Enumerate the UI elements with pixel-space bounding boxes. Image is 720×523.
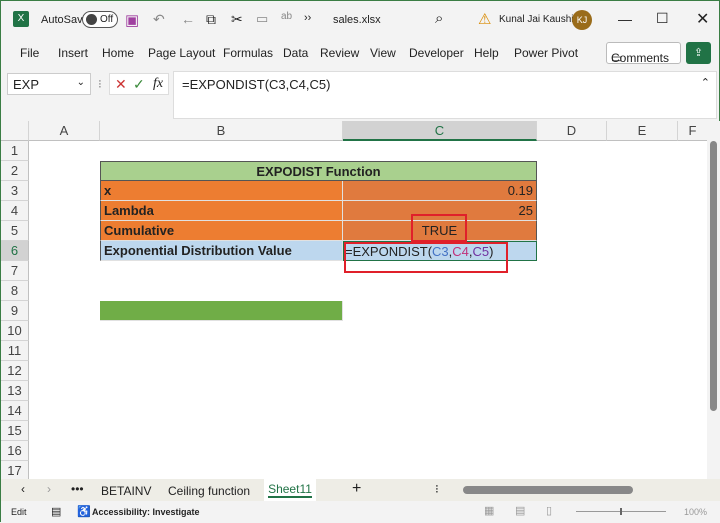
row-header[interactable]: 14 <box>1 401 29 421</box>
row-header[interactable]: 4 <box>1 201 29 221</box>
highlight-box-true <box>411 214 467 242</box>
label-cell[interactable]: Exponential Distribution Value <box>100 241 343 261</box>
tab-betainv[interactable]: BETAINV <box>101 484 151 498</box>
tab-ceiling-function[interactable]: Ceiling function <box>168 484 250 498</box>
ribbon-menu: File Insert Home Page Layout Formulas Da… <box>1 41 720 65</box>
column-header[interactable]: E <box>607 121 678 141</box>
menu-developer[interactable]: Developer <box>409 46 464 60</box>
formula-input[interactable]: =EXPONDIST(C3,C4,C5) ⌃ <box>173 71 717 119</box>
collapse-icon: ⌃ <box>700 77 710 89</box>
chevron-down-icon: ⌄ <box>76 77 85 88</box>
function-icon[interactable]: fx <box>153 76 163 92</box>
column-header[interactable]: C <box>343 121 537 141</box>
excel-logo-icon: X <box>13 11 29 27</box>
menu-view[interactable]: View <box>370 46 396 60</box>
row-header[interactable]: 15 <box>1 421 29 441</box>
back-icon[interactable]: ← <box>181 11 195 27</box>
table-title[interactable]: EXPODIST Function <box>100 161 537 181</box>
row-header[interactable]: 17 <box>1 461 29 479</box>
options-icon: ⁝ <box>435 482 439 496</box>
page-break-icon[interactable]: ▯ <box>546 504 552 517</box>
highlight-box-formula <box>344 242 508 273</box>
green-fill-cell[interactable] <box>100 301 343 321</box>
row-header[interactable]: 16 <box>1 441 29 461</box>
page-layout-icon[interactable]: ▤ <box>515 504 525 517</box>
comments-button[interactable]: ▭ Comments <box>606 42 681 65</box>
maximize-icon[interactable]: ☐ <box>656 10 669 27</box>
vertical-scrollbar[interactable] <box>707 121 720 479</box>
row-header[interactable]: 11 <box>1 341 29 361</box>
menu-home[interactable]: Home <box>102 46 134 60</box>
row-header[interactable]: 6 <box>1 241 29 261</box>
copy-icon[interactable]: ⧉ <box>206 11 216 28</box>
label-cell[interactable]: x <box>100 181 343 201</box>
label-cell[interactable]: Cumulative <box>100 221 343 241</box>
menu-data[interactable]: Data <box>283 46 308 60</box>
accessibility-icon[interactable]: ♿ <box>77 505 91 518</box>
more-sheets-icon[interactable]: ••• <box>71 482 84 496</box>
mode-indicator: Edit <box>11 507 27 517</box>
close-icon[interactable]: ✕ <box>696 9 709 29</box>
row-header[interactable]: 9 <box>1 301 29 321</box>
horizontal-scrollbar[interactable] <box>453 485 701 495</box>
next-sheet-icon[interactable]: › <box>47 482 51 496</box>
menu-file[interactable]: File <box>20 46 39 60</box>
spelling-icon[interactable]: ab <box>281 11 292 22</box>
column-header[interactable]: A <box>29 121 100 141</box>
column-header[interactable]: B <box>100 121 343 141</box>
tab-sheet11[interactable]: Sheet11 <box>264 479 316 501</box>
formula-buttons: ✕ ✓ fx <box>109 73 169 95</box>
menu-power-pivot[interactable]: Power Pivot <box>514 46 578 60</box>
prev-sheet-icon[interactable]: ‹ <box>21 482 25 496</box>
avatar[interactable]: KJ <box>572 10 592 30</box>
row-header[interactable]: 5 <box>1 221 29 241</box>
row-header[interactable]: 12 <box>1 361 29 381</box>
name-box[interactable]: EXP ⌄ <box>7 73 91 95</box>
menu-page-layout[interactable]: Page Layout <box>148 46 215 60</box>
status-bar: Edit ▤ ♿ Accessibility: Investigate ▦ ▤ … <box>1 501 720 523</box>
formula-bar-area: EXP ⌄ ⁝ ✕ ✓ fx =EXPONDIST(C3,C4,C5) ⌃ <box>1 69 720 119</box>
menu-insert[interactable]: Insert <box>58 46 88 60</box>
column-header[interactable]: F <box>678 121 707 141</box>
row-header[interactable]: 2 <box>1 161 29 181</box>
more-commands-icon[interactable]: ›› <box>304 12 311 24</box>
undo-icon[interactable]: ↶ <box>153 11 165 28</box>
minimize-icon[interactable]: — <box>618 11 632 27</box>
row-header[interactable]: 3 <box>1 181 29 201</box>
autosave-toggle[interactable]: Off <box>82 11 118 28</box>
save-icon[interactable]: ▣ <box>125 11 139 29</box>
user-name: Kunal Jai Kaushik <box>499 14 579 25</box>
value-cell[interactable]: 0.19 <box>343 181 537 201</box>
picture-icon[interactable]: ▭ <box>256 11 268 27</box>
share-button[interactable]: ⇪ <box>686 42 711 64</box>
cancel-icon[interactable]: ✕ <box>115 76 127 93</box>
normal-view-icon[interactable]: ▦ <box>484 504 494 517</box>
title-bar: X AutoSave Off ▣ ↶ ← ⧉ ✂ ▭ ab ›› sales.x… <box>1 1 720 39</box>
menu-formulas[interactable]: Formulas <box>223 46 273 60</box>
macro-icon[interactable]: ▤ <box>51 505 61 518</box>
zoom-level[interactable]: 100% <box>684 507 707 517</box>
row-header[interactable]: 8 <box>1 281 29 301</box>
row-header[interactable]: 13 <box>1 381 29 401</box>
menu-help[interactable]: Help <box>474 46 499 60</box>
menu-review[interactable]: Review <box>320 46 359 60</box>
filename[interactable]: sales.xlsx <box>333 14 381 26</box>
enter-icon[interactable]: ✓ <box>133 76 145 93</box>
cut-icon[interactable]: ✂ <box>231 11 243 28</box>
spreadsheet-grid[interactable]: A B C D E F 1 2 3 4 5 6 7 8 9 10 11 12 13 14 15 16 17 EXPODIST … <box>1 121 707 479</box>
row-header[interactable]: 1 <box>1 141 29 161</box>
select-all[interactable] <box>1 121 29 141</box>
warning-icon[interactable]: ⚠ <box>478 10 491 28</box>
label-cell[interactable]: Lambda <box>100 201 343 221</box>
accessibility-status[interactable]: Accessibility: Investigate <box>92 507 200 517</box>
row-header[interactable]: 10 <box>1 321 29 341</box>
column-header[interactable]: D <box>537 121 607 141</box>
more-icon: ⁝ <box>98 77 102 91</box>
sheet-tabs-bar: ‹ › ••• BETAINV Ceiling function Sheet11… <box>1 479 720 501</box>
search-icon[interactable]: ⌕ <box>435 10 443 27</box>
row-header[interactable]: 7 <box>1 261 29 281</box>
zoom-slider[interactable] <box>576 508 666 515</box>
add-sheet-icon[interactable]: + <box>352 480 361 498</box>
